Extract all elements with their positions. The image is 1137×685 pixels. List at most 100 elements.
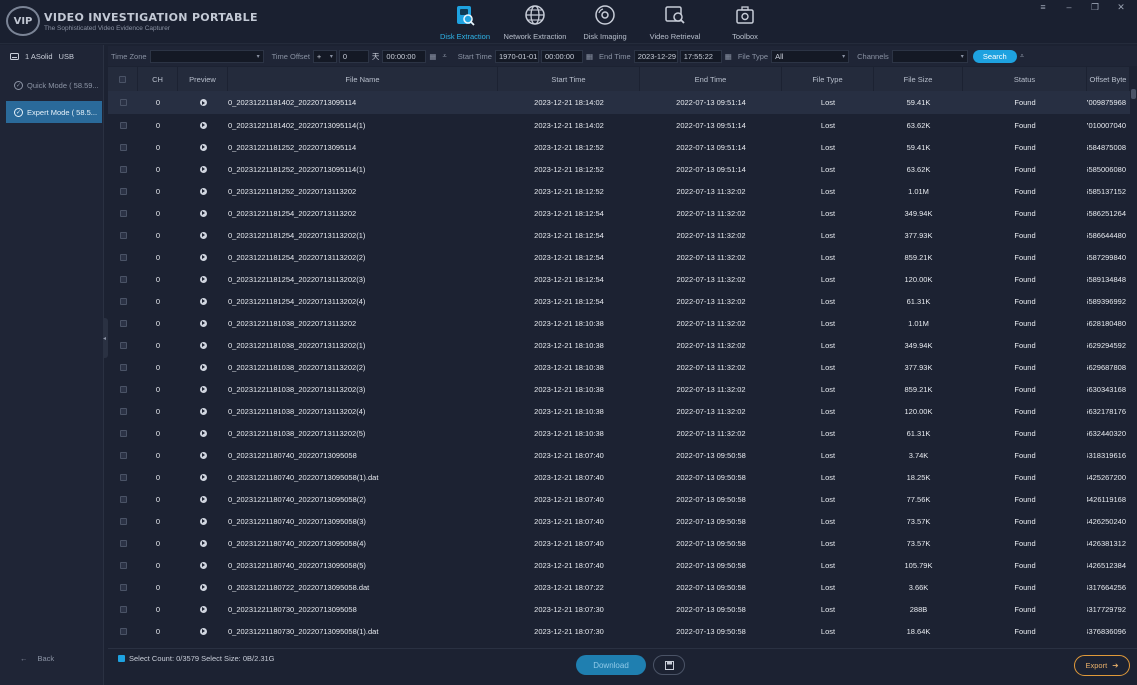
- table-row[interactable]: 0 0_20231221181038_20220713113202(4) 2023-…: [108, 400, 1130, 422]
- row-checkbox[interactable]: [119, 121, 127, 129]
- row-checkbox[interactable]: [119, 451, 127, 459]
- scrollbar-thumb[interactable]: [1131, 89, 1136, 99]
- row-checkbox[interactable]: [119, 627, 127, 635]
- play-icon[interactable]: [199, 275, 207, 283]
- tab-disk-extraction[interactable]: Disk Extraction: [430, 0, 500, 44]
- play-icon[interactable]: [199, 473, 207, 481]
- menu-icon[interactable]: ≡: [1037, 2, 1049, 13]
- table-row[interactable]: 0 0_20231221180740_20220713095058(4) 2023-…: [108, 532, 1130, 554]
- play-icon[interactable]: [199, 583, 207, 591]
- table-row[interactable]: 0 0_20231221181254_20220713113202 2023-12-…: [108, 202, 1130, 224]
- play-icon[interactable]: [199, 605, 207, 613]
- header-file-name[interactable]: File Name: [228, 67, 498, 91]
- play-icon[interactable]: [199, 319, 207, 327]
- filter-reset-icon[interactable]: ⩡: [1020, 51, 1024, 61]
- row-checkbox[interactable]: [119, 275, 127, 283]
- play-icon[interactable]: [199, 517, 207, 525]
- table-row[interactable]: 0 0_20231221180730_20220713095058 2023-12-…: [108, 598, 1130, 620]
- time-offset-sign-select[interactable]: + ▾: [312, 49, 337, 63]
- row-checkbox[interactable]: [119, 583, 127, 591]
- time-zone-select[interactable]: ▾: [149, 49, 264, 63]
- expert-mode-item[interactable]: ✓ Expert Mode ( 58.5...: [6, 101, 102, 123]
- row-checkbox[interactable]: [119, 495, 127, 503]
- row-checkbox[interactable]: [119, 319, 127, 327]
- row-checkbox[interactable]: [119, 253, 127, 261]
- table-row[interactable]: 0 0_20231221180740_20220713095058(3) 2023-…: [108, 510, 1130, 532]
- play-icon[interactable]: [199, 143, 207, 151]
- table-row[interactable]: 0 0_20231221181252_20220713095114(1) 2023-…: [108, 158, 1130, 180]
- table-row[interactable]: 0 0_20231221180722_20220713095058.dat 2023…: [108, 576, 1130, 598]
- row-checkbox[interactable]: [119, 561, 127, 569]
- close-icon[interactable]: ✕: [1115, 2, 1127, 13]
- row-checkbox[interactable]: [119, 385, 127, 393]
- play-icon[interactable]: [199, 165, 207, 173]
- table-row[interactable]: 0 0_20231221181254_20220713113202(1) 2023-…: [108, 224, 1130, 246]
- table-row[interactable]: 0 0_20231221181038_20220713113202(2) 2023-…: [108, 356, 1130, 378]
- play-icon[interactable]: [199, 231, 207, 239]
- tab-network-extraction[interactable]: Network Extraction: [500, 0, 570, 44]
- time-offset-time-input[interactable]: 00:00:00: [382, 49, 427, 63]
- play-icon[interactable]: [199, 209, 207, 217]
- end-clock-input[interactable]: 17:55:22: [679, 49, 722, 63]
- back-button[interactable]: ← Back: [20, 654, 54, 663]
- row-checkbox[interactable]: [119, 209, 127, 217]
- play-icon[interactable]: [199, 627, 207, 635]
- row-checkbox[interactable]: [119, 605, 127, 613]
- play-icon[interactable]: [199, 451, 207, 459]
- header-ch[interactable]: CH: [138, 67, 178, 91]
- row-checkbox[interactable]: [119, 231, 127, 239]
- device-item[interactable]: 1 ASolid USB: [10, 52, 74, 61]
- row-checkbox[interactable]: [119, 341, 127, 349]
- calendar-icon[interactable]: ▦: [586, 52, 593, 61]
- calendar-icon[interactable]: ▦: [429, 52, 436, 61]
- time-offset-days-input[interactable]: 0: [338, 49, 369, 63]
- checkbox[interactable]: [119, 75, 126, 83]
- header-offset-byte[interactable]: Offset Byte: [1087, 67, 1130, 91]
- play-icon[interactable]: [199, 121, 207, 129]
- play-icon[interactable]: [199, 297, 207, 305]
- header-file-size[interactable]: File Size: [874, 67, 963, 91]
- quick-mode-item[interactable]: ✓ Quick Mode ( 58.59...: [6, 75, 102, 95]
- row-checkbox[interactable]: [119, 539, 127, 547]
- play-icon[interactable]: [199, 253, 207, 261]
- header-select-all[interactable]: [108, 67, 138, 91]
- play-icon[interactable]: [199, 99, 207, 106]
- file-type-select[interactable]: All ▾: [771, 49, 850, 63]
- table-row[interactable]: 0 0_20231221181254_20220713113202(4) 2023-…: [108, 290, 1130, 312]
- select-all-checkbox[interactable]: [118, 655, 125, 662]
- table-row[interactable]: 0 0_20231221181252_20220713113202 2023-12-…: [108, 180, 1130, 202]
- table-row[interactable]: 0 0_20231221181254_20220713113202(2) 2023-…: [108, 246, 1130, 268]
- play-icon[interactable]: [199, 561, 207, 569]
- channels-select[interactable]: ▾: [891, 49, 968, 63]
- minimize-icon[interactable]: –: [1063, 2, 1075, 13]
- row-checkbox[interactable]: [119, 363, 127, 371]
- end-date-input[interactable]: 2023-12-29: [633, 49, 678, 63]
- table-row[interactable]: 0 0_20231221181038_20220713113202(1) 2023-…: [108, 334, 1130, 356]
- row-checkbox[interactable]: [119, 473, 127, 481]
- play-icon[interactable]: [199, 407, 207, 415]
- row-checkbox[interactable]: [119, 297, 127, 305]
- start-date-input[interactable]: 1970-01-01: [494, 49, 539, 63]
- table-row[interactable]: 0 0_20231221181038_20220713113202(3) 2023-…: [108, 378, 1130, 400]
- row-checkbox[interactable]: [119, 517, 127, 525]
- table-row[interactable]: 0 0_20231221181254_20220713113202(3) 2023-…: [108, 268, 1130, 290]
- table-row[interactable]: 0 0_20231221181402_20220713095114 2023-12-…: [108, 91, 1130, 114]
- table-row[interactable]: 0 0_20231221180740_20220713095058(2) 2023-…: [108, 488, 1130, 510]
- header-end-time[interactable]: End Time: [640, 67, 782, 91]
- play-icon[interactable]: [199, 495, 207, 503]
- table-row[interactable]: 0 0_20231221180730_20220713095058(1).dat 2…: [108, 620, 1130, 642]
- header-start-time[interactable]: Start Time: [498, 67, 640, 91]
- start-clock-input[interactable]: 00:00:00: [540, 49, 583, 63]
- search-button[interactable]: Search: [972, 49, 1017, 63]
- row-checkbox[interactable]: [119, 143, 127, 151]
- table-row[interactable]: 0 0_20231221181402_20220713095114(1) 2023-…: [108, 114, 1130, 136]
- play-icon[interactable]: [199, 539, 207, 547]
- save-icon-button[interactable]: [653, 655, 685, 675]
- row-checkbox[interactable]: [119, 407, 127, 415]
- table-row[interactable]: 0 0_20231221181252_20220713095114 2023-12-…: [108, 136, 1130, 158]
- tab-toolbox[interactable]: Toolbox: [710, 0, 780, 44]
- table-row[interactable]: 0 0_20231221181038_20220713113202 2023-12-…: [108, 312, 1130, 334]
- play-icon[interactable]: [199, 341, 207, 349]
- play-icon[interactable]: [199, 385, 207, 393]
- tab-video-retrieval[interactable]: Video Retrieval: [640, 0, 710, 44]
